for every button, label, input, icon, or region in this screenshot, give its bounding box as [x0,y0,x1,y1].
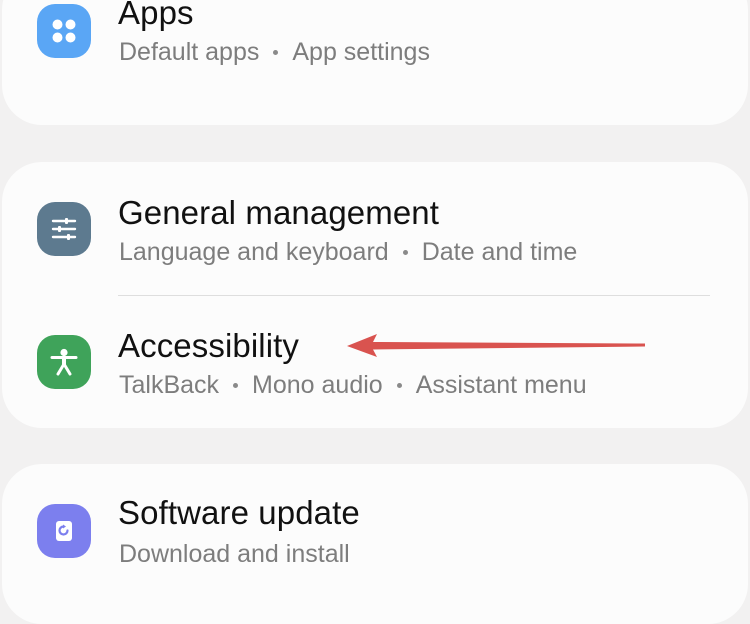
apps-subtitle: Default apps App settings [119,38,430,67]
divider [118,295,710,296]
subtitle-part: TalkBack [119,371,220,399]
settings-item-software-update[interactable]: Software update Download and install [2,464,748,574]
software-update-card: Software update Download and install [2,464,748,624]
subtitle-part: Mono audio [252,371,383,399]
software-update-title: Software update [118,494,360,531]
apps-title: Apps [118,0,194,31]
subtitle-part: Download and install [119,540,350,568]
separator-dot [396,383,402,388]
general-management-subtitle: Language and keyboard Date and time [119,238,577,267]
subtitle-part: Date and time [421,238,578,266]
separator-dot [233,383,239,388]
settings-item-apps[interactable]: Apps Default apps App settings [2,0,748,110]
separator-dot [273,50,279,55]
software-update-icon [37,504,91,558]
subtitle-part: Default apps [119,38,260,66]
sliders-icon [37,202,91,256]
subtitle-part: Language and keyboard [119,238,389,266]
accessibility-subtitle: TalkBack Mono audio Assistant menu [119,371,587,400]
apps-card: Apps Default apps App settings [2,0,748,125]
separator-dot [402,250,408,255]
general-management-title: General management [118,194,439,231]
settings-item-general-management[interactable]: General management Language and keyboard… [2,162,748,272]
subtitle-part: Assistant menu [415,371,587,399]
apps-grid-icon [37,4,91,58]
general-card: General management Language and keyboard… [2,162,748,428]
annotation-arrow-icon [347,334,645,357]
subtitle-part: App settings [292,38,430,66]
accessibility-title: Accessibility [118,327,300,364]
software-update-subtitle: Download and install [119,540,350,569]
accessibility-person-icon [37,335,91,389]
